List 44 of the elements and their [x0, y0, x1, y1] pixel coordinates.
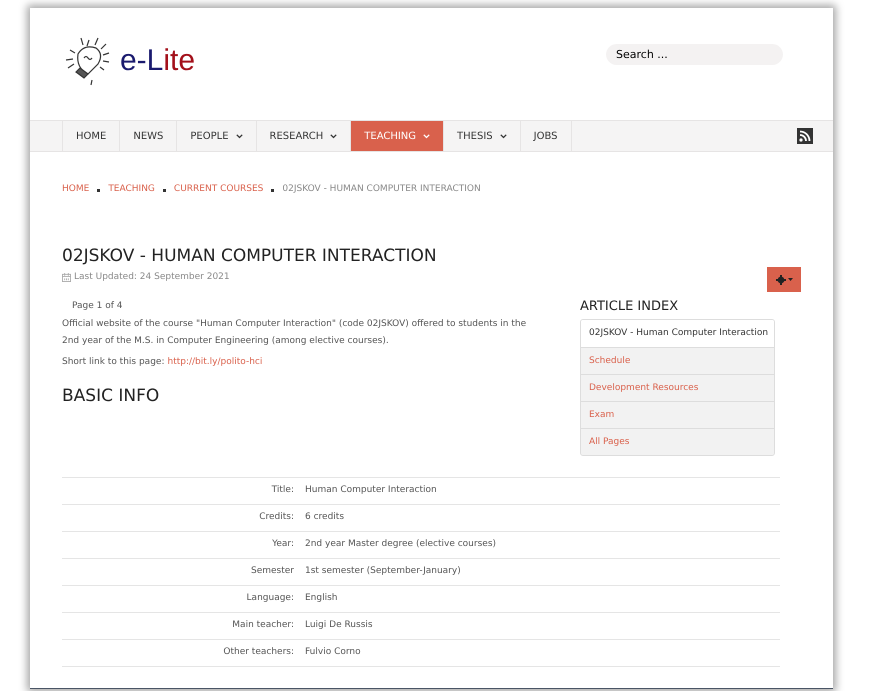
site-logo[interactable]: e-Lite	[120, 46, 196, 76]
field-value: Human Computer Interaction	[305, 484, 437, 498]
nav-item[interactable]: HOME	[62, 121, 120, 151]
field-label: Credits:	[258, 511, 295, 524]
breadcrumb-link[interactable]: TEACHING	[108, 183, 155, 197]
article-title: 02JSKOV - HUMAN COMPUTER INTERACTION	[62, 245, 437, 267]
article-index-heading: ARTICLE INDEX	[580, 298, 680, 316]
article-index-item[interactable]: 02JSKOV - Human Computer Interaction	[581, 320, 774, 347]
short-link[interactable]: http://bit.ly/polito-hci	[167, 354, 262, 371]
field-label: Other teachers:	[222, 646, 295, 660]
intro-paragraph: Official website of the course "Human Computer Interaction" (code 02JSKOV) offered to students in the 2nd year of the M.S. in Computer Engineering (among elective courses).	[62, 318, 528, 348]
nav-item[interactable]: JOBS	[520, 121, 572, 151]
breadcrumb-link[interactable]: CURRENT COURSES	[174, 183, 264, 197]
field-label: Semester	[250, 565, 295, 578]
caret-icon	[788, 278, 792, 281]
rss-icon[interactable]	[797, 128, 813, 144]
field-label: Main teacher:	[231, 619, 295, 632]
nav-item[interactable]: TEACHING	[351, 121, 444, 151]
article-index-item[interactable]: Development Resources	[581, 374, 774, 401]
nav-item[interactable]: THESIS	[444, 121, 521, 151]
search-field[interactable]: Search ...	[606, 44, 783, 65]
nav-item[interactable]: PEOPLE	[177, 121, 257, 151]
settings-button[interactable]	[767, 267, 801, 292]
article-index-item[interactable]: Schedule	[581, 347, 774, 374]
article-index-item[interactable]: All Pages	[581, 428, 774, 455]
field-value: Luigi De Russis	[305, 619, 373, 632]
calendar-icon	[62, 273, 71, 282]
gear-icon	[776, 274, 786, 284]
page-indicator: Page 1 of 4	[71, 300, 124, 313]
field-label: Year:	[271, 538, 295, 552]
section-heading: BASIC INFO	[62, 385, 160, 407]
field-value: 2nd year Master degree (elective courses)	[305, 538, 496, 552]
breadcrumb-link[interactable]: HOME	[62, 183, 90, 197]
field-label: Language:	[246, 592, 295, 606]
article-index-item[interactable]: Exam	[581, 401, 774, 428]
field-value: English	[305, 592, 338, 606]
last-updated: Last Updated: 24 September 2021	[74, 271, 230, 284]
field-value: 1st semester (September-January)	[305, 565, 461, 578]
field-value: 6 credits	[305, 511, 344, 524]
nav-item[interactable]: NEWS	[120, 121, 178, 151]
field-value: Fulvio Corno	[305, 646, 361, 660]
short-link-label: Short link to this page:	[62, 356, 164, 369]
breadcrumb-current: 02JSKOV - HUMAN COMPUTER INTERACTION	[282, 183, 481, 196]
field-label: Title:	[270, 484, 295, 498]
